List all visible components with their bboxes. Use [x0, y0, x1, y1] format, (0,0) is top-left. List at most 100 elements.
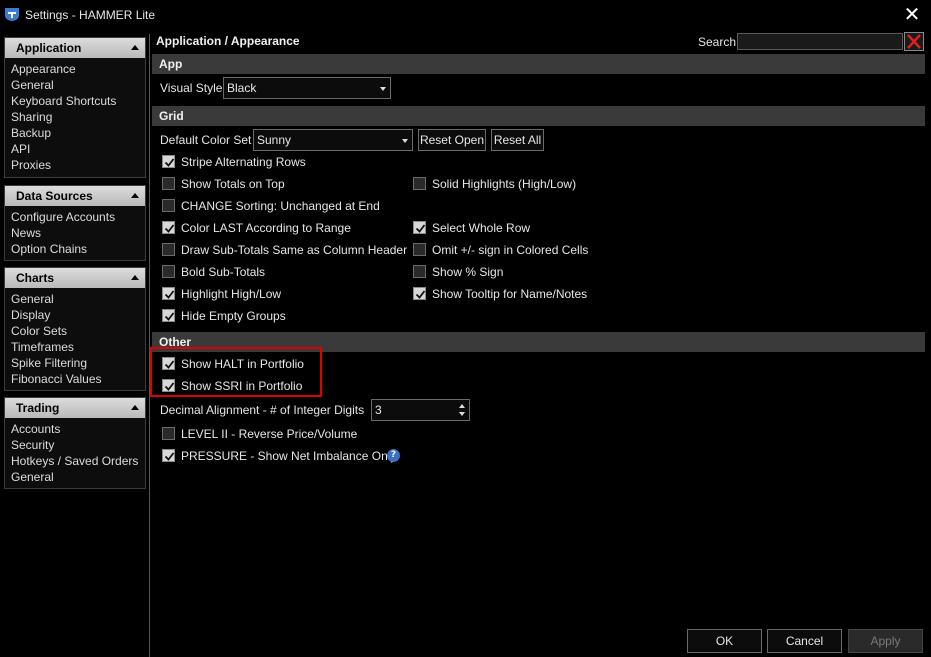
show-tooltip-name-notes-checkbox[interactable]: Show Tooltip for Name/Notes	[413, 286, 613, 302]
level-ii-reverse-checkbox[interactable]: LEVEL II - Reverse Price/Volume	[162, 426, 362, 442]
section-header-app: App	[152, 54, 925, 74]
sidebar-item-hotkeys-saved-orders[interactable]: Hotkeys / Saved Orders	[11, 453, 145, 469]
reset-open-button[interactable]: Reset Open	[418, 129, 486, 151]
sidebar-item-backup[interactable]: Backup	[11, 125, 145, 141]
sidebar-item-fibonacci-values[interactable]: Fibonacci Values	[11, 371, 145, 387]
checkbox-label: Stripe Alternating Rows	[181, 155, 306, 169]
sidebar-item-configure-accounts[interactable]: Configure Accounts	[11, 209, 145, 225]
omit-sign-colored-cells-checkbox[interactable]: Omit +/- sign in Colored Cells	[413, 242, 613, 258]
checkbox-label: LEVEL II - Reverse Price/Volume	[181, 427, 358, 441]
nav-group-trading: Trading Accounts Security Hotkeys / Save…	[4, 397, 146, 489]
collapse-caret-icon[interactable]	[131, 275, 139, 280]
sidebar-item-keyboard-shortcuts[interactable]: Keyboard Shortcuts	[11, 93, 145, 109]
checkbox-checked-icon	[413, 221, 426, 234]
chevron-down-icon	[402, 139, 408, 143]
checkbox-label: Show % Sign	[432, 265, 504, 279]
nav-group-title: Charts	[16, 271, 55, 285]
pressure-net-imbalance-checkbox[interactable]: PRESSURE - Show Net Imbalance Only	[162, 448, 396, 464]
show-totals-on-top-checkbox[interactable]: Show Totals on Top	[162, 176, 362, 192]
checkbox-checked-icon	[162, 221, 175, 234]
default-color-set-select[interactable]: Sunny	[253, 129, 413, 151]
checkbox-label: Highlight High/Low	[181, 287, 282, 301]
visual-style-value: Black	[227, 81, 257, 95]
collapse-caret-icon[interactable]	[131, 193, 139, 198]
nav-group-header-charts[interactable]: Charts	[5, 268, 145, 288]
visual-style-select[interactable]: Black	[223, 77, 391, 99]
checkbox-unchecked-icon	[413, 177, 426, 190]
checkbox-label: Select Whole Row	[432, 221, 531, 235]
draw-sub-totals-checkbox[interactable]: Draw Sub-Totals Same as Column Header	[162, 242, 407, 258]
color-last-according-to-range-checkbox[interactable]: Color LAST According to Range	[162, 220, 362, 236]
integer-digits-value: 3	[375, 403, 382, 417]
checkbox-unchecked-icon	[162, 427, 175, 440]
sidebar-item-general[interactable]: General	[11, 77, 145, 93]
nav-group-title: Application	[16, 41, 82, 55]
collapse-caret-icon[interactable]	[131, 405, 139, 410]
apply-button[interactable]: Apply	[848, 629, 923, 653]
sidebar-item-color-sets[interactable]: Color Sets	[11, 323, 145, 339]
breadcrumb: Application / Appearance	[156, 34, 300, 48]
sidebar-item-security[interactable]: Security	[11, 437, 145, 453]
nav-group-header-data-sources[interactable]: Data Sources	[5, 186, 145, 206]
search-label: Search	[698, 35, 737, 49]
checkbox-checked-icon	[162, 449, 175, 462]
checkbox-unchecked-icon	[162, 199, 175, 212]
reset-all-button[interactable]: Reset All	[491, 129, 544, 151]
sidebar-item-timeframes[interactable]: Timeframes	[11, 339, 145, 355]
title-bar: Settings - HAMMER Lite ✕	[0, 0, 931, 30]
sidebar-item-trading-accounts[interactable]: Accounts	[11, 421, 145, 437]
sidebar-item-news[interactable]: News	[11, 225, 145, 241]
sidebar-item-appearance[interactable]: Appearance	[11, 61, 145, 77]
show-halt-in-portfolio-checkbox[interactable]: Show HALT in Portfolio	[162, 356, 312, 372]
sidebar-item-api[interactable]: API	[11, 141, 145, 157]
nav-group-header-application[interactable]: Application	[5, 38, 145, 58]
checkbox-label: CHANGE Sorting: Unchanged at End	[181, 199, 380, 213]
checkbox-unchecked-icon	[413, 265, 426, 278]
checkbox-unchecked-icon	[162, 265, 175, 278]
hide-empty-groups-checkbox[interactable]: Hide Empty Groups	[162, 308, 362, 324]
sidebar-item-trading-general[interactable]: General	[11, 469, 145, 485]
checkbox-label: PRESSURE - Show Net Imbalance Only	[181, 449, 397, 463]
sidebar-item-proxies[interactable]: Proxies	[11, 157, 145, 173]
sidebar: Application Appearance General Keyboard …	[0, 34, 150, 657]
search-input[interactable]	[737, 33, 903, 50]
spin-down-icon[interactable]	[459, 412, 465, 416]
help-icon[interactable]: ?	[387, 449, 400, 462]
checkbox-label: Show Totals on Top	[181, 177, 285, 191]
default-color-set-value: Sunny	[257, 133, 292, 147]
highlight-high-low-checkbox[interactable]: Highlight High/Low	[162, 286, 362, 302]
integer-digits-stepper[interactable]: 3	[371, 399, 470, 421]
spin-up-icon[interactable]	[459, 404, 465, 408]
checkbox-label: Omit +/- sign in Colored Cells	[432, 243, 589, 257]
stripe-alternating-rows-checkbox[interactable]: Stripe Alternating Rows	[162, 154, 362, 170]
window-title: Settings - HAMMER Lite	[25, 8, 156, 22]
bold-sub-totals-checkbox[interactable]: Bold Sub-Totals	[162, 264, 362, 280]
sidebar-item-display[interactable]: Display	[11, 307, 145, 323]
checkbox-unchecked-icon	[162, 243, 175, 256]
change-sorting-checkbox[interactable]: CHANGE Sorting: Unchanged at End	[162, 198, 382, 214]
collapse-caret-icon[interactable]	[131, 45, 139, 50]
checkbox-label: Show SSRI in Portfolio	[181, 379, 303, 393]
checkbox-label: Solid Highlights (High/Low)	[432, 177, 577, 191]
sidebar-item-option-chains[interactable]: Option Chains	[11, 241, 145, 257]
close-icon[interactable]: ✕	[901, 3, 923, 25]
nav-group-header-trading[interactable]: Trading	[5, 398, 145, 418]
hammer-logo-icon	[5, 8, 19, 21]
sidebar-item-spike-filtering[interactable]: Spike Filtering	[11, 355, 145, 371]
select-whole-row-checkbox[interactable]: Select Whole Row	[413, 220, 613, 236]
checkbox-label: Draw Sub-Totals Same as Column Header	[181, 243, 408, 257]
show-ssri-in-portfolio-checkbox[interactable]: Show SSRI in Portfolio	[162, 378, 312, 394]
clear-search-icon[interactable]	[904, 32, 924, 51]
checkbox-unchecked-icon	[162, 177, 175, 190]
nav-group-title: Data Sources	[16, 189, 93, 203]
sidebar-item-charts-general[interactable]: General	[11, 291, 145, 307]
nav-group-charts: Charts General Display Color Sets Timefr…	[4, 267, 146, 391]
sidebar-item-sharing[interactable]: Sharing	[11, 109, 145, 125]
solid-highlights-checkbox[interactable]: Solid Highlights (High/Low)	[413, 176, 613, 192]
checkbox-checked-icon	[413, 287, 426, 300]
cancel-button[interactable]: Cancel	[767, 629, 842, 653]
ok-button[interactable]: OK	[687, 629, 762, 653]
checkbox-checked-icon	[162, 309, 175, 322]
decimal-alignment-label: Decimal Alignment - # of Integer Digits	[160, 403, 365, 417]
show-percent-sign-checkbox[interactable]: Show % Sign	[413, 264, 613, 280]
